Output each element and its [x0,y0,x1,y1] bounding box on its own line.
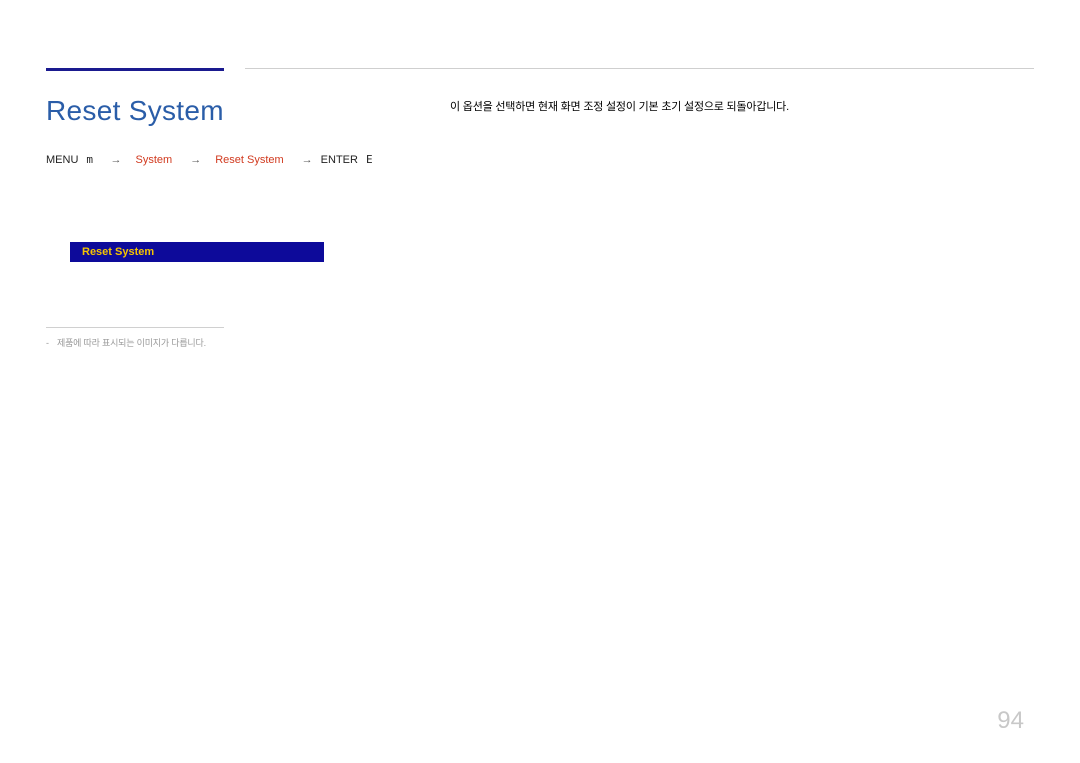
page-number: 94 [997,707,1024,735]
breadcrumb-system: System [136,154,173,166]
breadcrumb-menu-label: MENU [46,154,78,166]
footnote-dash: - [46,338,49,350]
breadcrumb: MENU m → System → Reset System → ENTER E [46,153,372,166]
footnote: - 제품에 따라 표시되는 이미지가 다릅니다. [46,338,206,350]
breadcrumb-enter-label: ENTER [321,154,358,166]
footnote-separator [46,327,224,328]
breadcrumb-arrow-1: → [111,154,122,166]
accent-rule [46,68,224,71]
description-text: 이 옵션을 선택하면 현재 화면 조정 설정이 기본 초기 설정으로 되돌아갑니… [450,100,789,115]
breadcrumb-reset-system: Reset System [215,154,283,166]
menu-preview-selected-label: Reset System [82,246,154,258]
header-rule [245,68,1034,69]
menu-preview-selected-row: Reset System [70,242,324,262]
page-title: Reset System [46,95,224,127]
menu-icon: m [86,153,92,166]
footnote-text: 제품에 따라 표시되는 이미지가 다릅니다. [57,338,206,350]
enter-icon: E [366,153,372,166]
breadcrumb-arrow-2: → [190,154,201,166]
breadcrumb-arrow-3: → [302,154,313,166]
